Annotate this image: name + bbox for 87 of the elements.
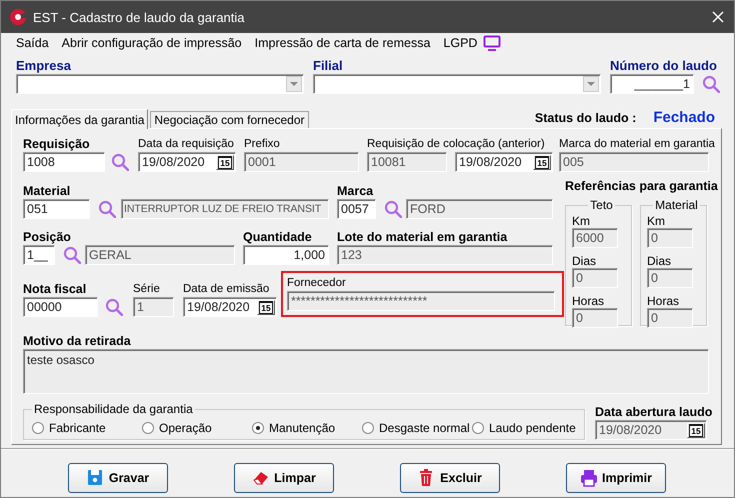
status-label: Status do laudo : <box>534 110 636 124</box>
group-title: Material <box>654 198 699 212</box>
search-icon[interactable] <box>63 246 81 264</box>
date-field[interactable]: 19/08/2020 15 <box>183 297 277 317</box>
calendar-button[interactable]: 15 <box>216 154 234 170</box>
field-label: Marca do material em garantia <box>559 137 715 152</box>
radio-button[interactable] <box>32 422 44 434</box>
text-field[interactable]: 0 <box>647 228 693 248</box>
text-field[interactable]: 6000 <box>572 228 618 248</box>
field-label: Km <box>572 214 591 228</box>
monitor-icon[interactable] <box>483 35 502 51</box>
field-label: Data abertura laudo <box>595 405 712 420</box>
action-button[interactable]: Gravar <box>68 463 168 493</box>
section-title: Referências para garantia <box>565 179 718 194</box>
search-icon[interactable] <box>105 298 123 316</box>
field-label: Posição <box>23 230 71 245</box>
search-icon[interactable] <box>98 200 116 218</box>
field-label: Número do laudo <box>610 58 717 74</box>
dropdown-arrow-icon <box>587 82 595 86</box>
search-icon[interactable] <box>384 200 402 218</box>
group-title: Responsabilidade da garantia <box>33 402 194 416</box>
text-field[interactable]: 0 <box>572 268 618 288</box>
calendar-button[interactable]: 15 <box>533 154 551 170</box>
radio-button[interactable] <box>472 422 484 434</box>
action-button[interactable]: Excluir <box>400 463 500 493</box>
menu-item[interactable]: Abrir configuração de impressão <box>62 36 242 50</box>
app-logo-icon <box>9 8 27 26</box>
field-label: Data da requisição <box>138 137 234 152</box>
close-icon[interactable] <box>712 11 724 23</box>
search-icon[interactable] <box>702 75 720 93</box>
field-label: Motivo da retirada <box>23 334 131 349</box>
calendar-button[interactable]: 15 <box>257 300 275 314</box>
text-field[interactable]: 0 <box>572 308 618 328</box>
search-icon[interactable] <box>111 153 129 171</box>
field-label: Prefixo <box>244 137 280 152</box>
field-label: Km <box>647 214 666 228</box>
text-field[interactable]: 0 <box>647 308 693 328</box>
printer-icon <box>580 469 598 487</box>
text-field[interactable]: _______1 <box>610 74 694 94</box>
field-label: Empresa <box>16 58 71 74</box>
status-value: Fechado <box>653 109 715 126</box>
radio-button[interactable] <box>362 422 374 434</box>
group-title: Teto <box>589 198 614 212</box>
field-label: Dias <box>572 254 598 268</box>
radio-button[interactable] <box>252 422 264 434</box>
radio-label: Operação <box>159 420 212 434</box>
radio-label: Fabricante <box>49 420 106 434</box>
field-label: Horas <box>647 294 680 308</box>
field-label: Material <box>23 184 70 199</box>
eraser-icon <box>252 469 270 487</box>
text-field[interactable]: 1,000 <box>243 245 329 265</box>
dropdown-arrow-icon <box>290 82 298 86</box>
radio-label: Desgaste normal <box>379 420 470 434</box>
tab[interactable]: Negociação com fornecedor <box>150 111 309 128</box>
field-label: Lote do material em garantia <box>337 230 508 245</box>
action-button[interactable]: Limpar <box>234 463 334 493</box>
combo-box[interactable] <box>313 74 601 94</box>
combo-box[interactable] <box>16 74 304 94</box>
tab[interactable]: Informações da garantia <box>11 109 148 129</box>
radio-label: Laudo pendente <box>489 420 576 434</box>
text-field[interactable]: 1008 <box>23 152 105 172</box>
field-label: Filial <box>313 58 343 74</box>
text-area[interactable]: teste osasco <box>23 349 709 394</box>
field-label: Dias <box>647 254 672 268</box>
field-label: Nota fiscal <box>23 282 86 297</box>
text-field[interactable]: 1__ <box>23 245 55 265</box>
field-label: Fornecedor <box>287 276 346 291</box>
field-label: Horas <box>572 294 606 308</box>
window-title: EST - Cadastro de laudo da garantia <box>33 10 245 24</box>
text-field[interactable]: 051 <box>23 199 90 219</box>
radio-button[interactable] <box>142 422 154 434</box>
date-field[interactable]: 19/08/2020 15 <box>138 152 236 172</box>
menu-item[interactable]: Impressão de carta de remessa <box>254 36 430 50</box>
menu-item[interactable]: Saída <box>16 36 49 50</box>
field-label: Data de emissão <box>183 282 270 297</box>
text-field[interactable]: 00000 <box>23 297 98 317</box>
field-label: Série <box>133 282 160 297</box>
text-field[interactable]: 0057 <box>337 199 376 219</box>
text-field[interactable]: 0 <box>647 268 693 288</box>
date-field[interactable]: 19/08/2020 15 <box>455 152 553 172</box>
action-button[interactable]: Imprimir <box>566 463 666 493</box>
field-label: Requisição de colocação (anterior) <box>367 137 545 152</box>
menu-item[interactable]: LGPD <box>443 36 478 50</box>
field-label: Requisição <box>23 137 90 152</box>
field-label: Quantidade <box>243 230 312 245</box>
field-label: Marca <box>337 184 374 199</box>
radio-label: Manutenção <box>269 420 336 434</box>
